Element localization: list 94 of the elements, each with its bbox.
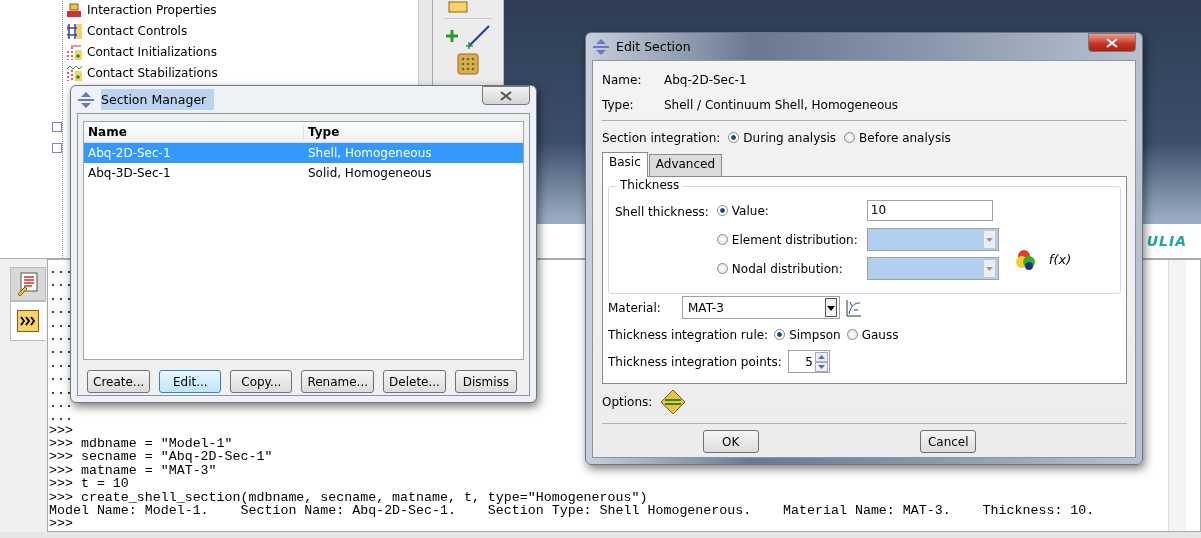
value-field[interactable]: 10 <box>866 200 993 221</box>
column-header[interactable]: Type <box>304 125 523 139</box>
close-button[interactable] <box>482 86 530 105</box>
console-line: >>> matname = "MAT-3" <box>49 463 217 478</box>
console-line: >>> create_shell_section(mdbname, secname, matname, t, type="Homogenerous") <box>49 490 648 505</box>
field-label: Shell thickness: <box>615 204 709 221</box>
console-line: ... <box>49 276 73 290</box>
tree-item[interactable]: Interaction Properties <box>87 2 217 17</box>
field-label: Name: <box>602 72 643 87</box>
field-label: Section integration: <box>602 130 721 145</box>
console-line: ... <box>49 410 73 424</box>
material-dropdown[interactable]: MAT-3 <box>682 296 840 319</box>
contact-icon <box>65 63 83 82</box>
radio-label[interactable]: Value: <box>731 203 769 218</box>
radio-label[interactable]: Nodal distribution: <box>731 261 843 276</box>
console-line: >>> <box>49 517 73 531</box>
expand-icon[interactable] <box>52 122 62 132</box>
radio-button[interactable] <box>716 205 728 216</box>
radio-label[interactable]: Gauss <box>861 327 899 342</box>
distribution-dropdown[interactable] <box>866 257 999 280</box>
radio-button[interactable] <box>846 329 858 340</box>
radio-label[interactable]: During analysis <box>743 130 837 145</box>
console-line: ... <box>49 396 73 411</box>
dialog-button[interactable]: OK <box>702 430 759 453</box>
field-label: Material: <box>608 300 662 315</box>
spinner-arrows-icon[interactable] <box>814 351 828 372</box>
radio-label[interactable]: Element distribution: <box>731 232 858 247</box>
radio-label[interactable]: Before analysis <box>859 130 951 145</box>
app-icon <box>77 90 95 109</box>
radio-label[interactable]: Simpson <box>789 327 841 342</box>
name-value: Abq-2D-Sec-1 <box>664 72 747 87</box>
list-row[interactable]: Abq-3D-Sec-1 Solid, Homogeneous <box>84 163 523 183</box>
points-spinner[interactable]: 5 <box>787 350 830 373</box>
tree-item[interactable]: Contact Stabilizations <box>87 65 218 80</box>
field-label: Options: <box>602 395 653 409</box>
stress-strain-icon[interactable] <box>846 298 862 317</box>
contact-icon <box>65 21 83 40</box>
dialog-button[interactable]: Dismiss <box>454 370 517 393</box>
dialog-button[interactable]: Copy... <box>230 370 293 393</box>
panel-tab[interactable] <box>10 301 46 341</box>
console-line: >>> mdbname = "Model-1" <box>49 437 233 451</box>
radio-button[interactable] <box>716 263 728 274</box>
contact-icon <box>65 42 83 61</box>
window-title: Section Manager <box>101 89 215 110</box>
field-label: Thickness integration points: <box>608 354 782 369</box>
message-log-icon <box>17 272 39 296</box>
dialog-button[interactable]: Rename... <box>301 370 375 393</box>
logo-text: ULIA <box>1146 233 1187 249</box>
close-button[interactable] <box>1088 33 1136 52</box>
console-line: ... <box>49 343 73 357</box>
field-label: Thickness integration rule: <box>608 327 769 342</box>
close-icon <box>1106 37 1118 48</box>
console-line: ... <box>49 316 73 330</box>
tab[interactable]: Advanced <box>648 154 723 176</box>
console-line: >>> <box>49 423 73 438</box>
console-line: ... <box>49 289 73 304</box>
console-line: >>> secname = "Abq-2D-Sec-1" <box>49 450 273 464</box>
console-line: Model Name: Model-1. Section Name: Abq-2D-Sec-1. Section Type: Shell Homogenerous. Material Name: MAT-3. Thickness: 10. <box>49 504 1095 518</box>
group-title: Thickness <box>617 178 683 192</box>
mesh-icon[interactable] <box>457 53 479 75</box>
dialog-button[interactable]: Cancel <box>920 430 977 453</box>
tree-item[interactable]: Contact Initializations <box>87 44 217 59</box>
console-line: ... <box>49 370 73 384</box>
tab[interactable]: Basic <box>602 152 648 177</box>
plus-icon[interactable] <box>444 28 460 44</box>
expand-icon[interactable] <box>52 143 62 153</box>
radio-button[interactable] <box>728 132 740 143</box>
window-title: Edit Section <box>616 39 691 54</box>
console-line: ... <box>49 329 73 344</box>
function-button[interactable]: f(x) <box>1048 252 1072 267</box>
console-line: ... <box>49 383 73 397</box>
command-prompt-icon <box>17 310 39 332</box>
toolbox-icon[interactable] <box>447 0 469 14</box>
scrollbar[interactable] <box>1168 260 1186 531</box>
dialog-button[interactable]: Edit... <box>159 370 222 393</box>
line-icon[interactable] <box>466 23 492 49</box>
radio-button[interactable] <box>716 234 728 245</box>
distribution-dropdown[interactable] <box>866 228 999 251</box>
console-line: ... <box>49 303 73 317</box>
property-icon <box>65 0 83 19</box>
console-line: ... <box>49 356 73 371</box>
tree-item[interactable]: Contact Controls <box>87 23 188 38</box>
radio-button[interactable] <box>774 329 786 340</box>
field-label: Type: <box>602 97 635 112</box>
type-value: Shell / Continuum Shell, Homogeneous <box>664 97 899 112</box>
dialog-button[interactable]: Create... <box>87 370 151 393</box>
close-icon <box>500 90 512 101</box>
app-icon <box>592 37 610 56</box>
radio-button[interactable] <box>844 132 856 143</box>
dialog-button[interactable]: Delete... <box>383 370 446 393</box>
console-line: >>> t = 10 <box>49 477 129 491</box>
console-line: ... <box>49 263 73 277</box>
options-icon[interactable] <box>660 389 687 415</box>
column-header[interactable]: Name <box>84 125 304 139</box>
